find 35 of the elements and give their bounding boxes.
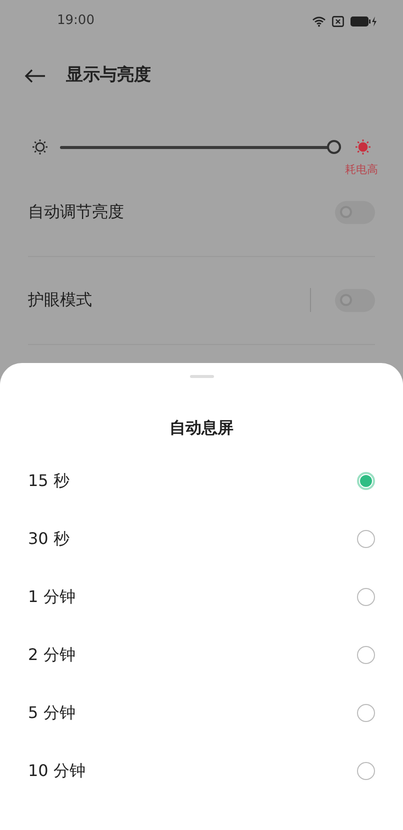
setting-label: 护眼模式 [28, 289, 92, 311]
radio-button[interactable] [357, 530, 375, 548]
option-label: 1 分钟 [28, 586, 76, 608]
back-icon[interactable] [24, 68, 46, 84]
option-row[interactable]: 1 分钟 [0, 568, 403, 626]
brightness-slider[interactable] [60, 140, 341, 154]
slider-thumb[interactable] [327, 140, 341, 154]
option-row[interactable]: 10 分钟 [0, 742, 403, 800]
radio-button[interactable] [357, 704, 375, 722]
option-label: 2 分钟 [28, 644, 76, 666]
battery-charging-icon [350, 16, 377, 26]
option-label: 30 秒 [28, 528, 70, 550]
radio-button[interactable] [357, 646, 375, 664]
option-label: 15 秒 [28, 470, 70, 492]
radio-button[interactable] [357, 588, 375, 606]
low-brightness-icon [31, 138, 49, 156]
radio-button[interactable] [357, 472, 375, 490]
option-row[interactable]: 15 秒 [0, 452, 403, 510]
toggle-switch[interactable] [335, 288, 375, 312]
setting-label: 自动调节亮度 [28, 201, 124, 223]
radio-button[interactable] [357, 762, 375, 780]
option-label: 5 分钟 [28, 702, 76, 724]
option-row[interactable]: 30 秒 [0, 510, 403, 568]
option-row[interactable]: 5 分钟 [0, 684, 403, 742]
power-warning: 耗电高 [345, 162, 378, 178]
drag-handle[interactable] [190, 375, 214, 378]
high-brightness-icon [354, 138, 372, 156]
toggle-switch[interactable] [335, 200, 375, 224]
page-title: 显示与亮度 [66, 64, 151, 88]
status-time: 19:00 [57, 12, 94, 30]
option-label: 10 分钟 [28, 760, 86, 782]
option-row[interactable]: 2 分钟 [0, 626, 403, 684]
wifi-icon [312, 16, 326, 26]
sheet-title: 自动息屏 [170, 417, 234, 439]
sim-icon [332, 16, 344, 26]
